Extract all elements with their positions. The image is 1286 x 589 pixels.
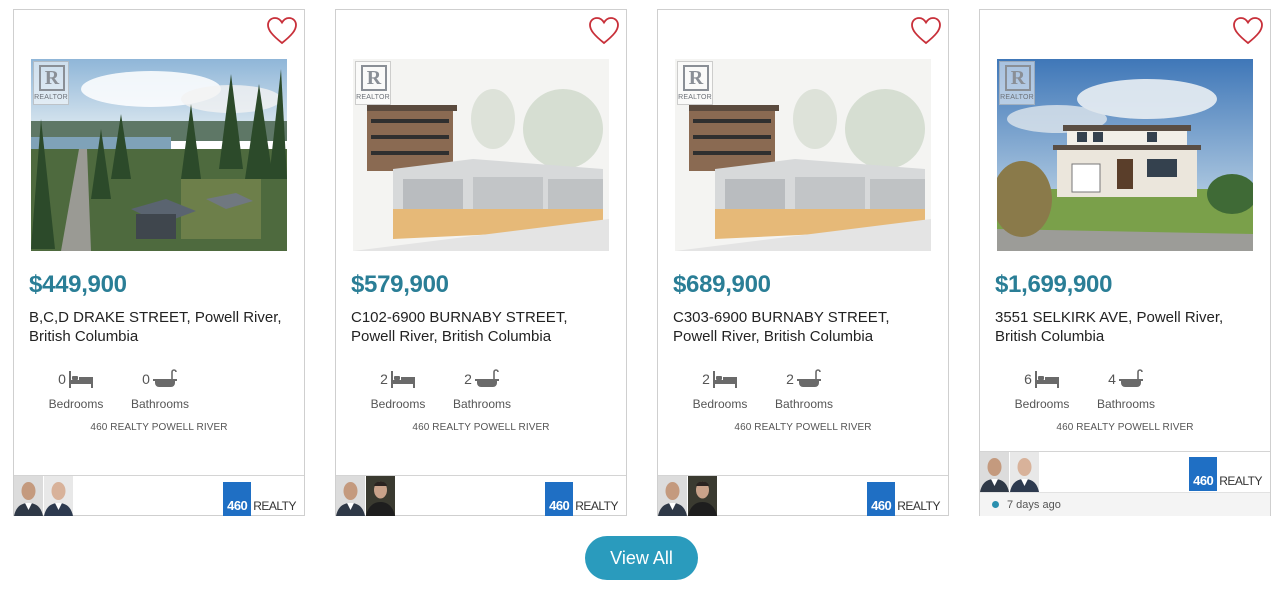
bathtub-icon [474,369,500,389]
listing-price[interactable]: $1,699,900 [995,271,1112,299]
agent-avatar[interactable] [688,476,717,516]
brokerage-name: 460 REALTY POWELL RIVER [90,422,228,433]
bedrooms-stat: 2 Bedrooms [675,367,765,411]
listing-address[interactable]: B,C,D DRAKE STREET, Powell River, Britis… [29,308,289,346]
bedrooms-count: 6 [1024,371,1032,387]
listing-photo[interactable]: R REALTOR [353,59,609,251]
realtor-logo: R REALTOR [999,61,1035,105]
bedrooms-stat: 6 Bedrooms [997,367,1087,411]
listing-photo[interactable]: R REALTOR [675,59,931,251]
bedrooms-stat: 2 Bedrooms [353,367,443,411]
brokerage-name: 460 REALTY POWELL RIVER [734,422,872,433]
view-all-button[interactable]: View All [585,536,698,580]
listed-ago-text: 7 days ago [1007,498,1061,511]
listing-price[interactable]: $449,900 [29,271,127,299]
agent-avatar[interactable] [336,476,365,516]
bed-icon [390,369,416,389]
listing-address[interactable]: 3551 SELKIRK AVE, Powell River, British … [995,308,1255,346]
listing-address[interactable]: C303-6900 BURNABY STREET, Powell River, … [673,308,933,346]
brokerage-name: 460 REALTY POWELL RIVER [412,422,550,433]
bathtub-icon [1118,369,1144,389]
listing-card[interactable]: R REALTOR $1,699,900 3551 SELKIRK AVE, P… [979,9,1271,516]
card-footer: 460 REALTY [14,475,304,516]
bedrooms-label: Bedrooms [370,397,426,411]
listing-photo[interactable]: R REALTOR [997,59,1253,251]
bathtub-icon [796,369,822,389]
listing-price[interactable]: $579,900 [351,271,449,299]
card-footer: 460 REALTY [980,451,1270,492]
listing-card[interactable]: R REALTOR $689,900 C303-6900 BURNABY STR… [657,9,949,516]
agent-avatar[interactable] [1010,452,1039,492]
bathrooms-count: 2 [786,371,794,387]
bathtub-icon [152,369,178,389]
bathrooms-stat: 0 Bathrooms [115,367,205,411]
realty-460-logo[interactable]: 460 REALTY [223,482,296,516]
agent-avatar[interactable] [44,476,73,516]
favorite-heart-icon[interactable] [588,16,620,46]
bathrooms-count: 4 [1108,371,1116,387]
bedrooms-count: 0 [58,371,66,387]
listing-photo[interactable]: R REALTOR [31,59,287,251]
agent-photos [336,476,396,516]
favorite-heart-icon[interactable] [910,16,942,46]
agent-photos [980,452,1040,492]
favorite-heart-icon[interactable] [266,16,298,46]
bathrooms-stat: 2 Bathrooms [437,367,527,411]
realtor-logo: R REALTOR [677,61,713,105]
agent-avatar[interactable] [658,476,687,516]
listing-card[interactable]: R REALTOR $579,900 C102-6900 BURNABY STR… [335,9,627,516]
realtor-logo: R REALTOR [33,61,69,105]
bedrooms-label: Bedrooms [692,397,748,411]
card-footer: 460 REALTY [658,475,948,516]
realty-460-logo[interactable]: 460 REALTY [867,482,940,516]
listing-address[interactable]: C102-6900 BURNABY STREET, Powell River, … [351,308,611,346]
realty-460-logo[interactable]: 460 REALTY [545,482,618,516]
agent-photos [658,476,718,516]
bathrooms-count: 2 [464,371,472,387]
bedrooms-count: 2 [380,371,388,387]
listing-price[interactable]: $689,900 [673,271,771,299]
bathrooms-count: 0 [142,371,150,387]
agent-avatar[interactable] [980,452,1009,492]
brokerage-name: 460 REALTY POWELL RIVER [1056,422,1194,433]
realtor-logo: R REALTOR [355,61,391,105]
bedrooms-stat: 0 Bedrooms [31,367,121,411]
new-listing-dot-icon [992,501,999,508]
bed-icon [1034,369,1060,389]
bed-icon [68,369,94,389]
bathrooms-label: Bathrooms [452,397,512,411]
favorite-heart-icon[interactable] [1232,16,1264,46]
bedrooms-count: 2 [702,371,710,387]
bathrooms-stat: 2 Bathrooms [759,367,849,411]
bathrooms-label: Bathrooms [1096,397,1156,411]
bed-icon [712,369,738,389]
realty-460-logo[interactable]: 460 REALTY [1189,457,1262,491]
bathrooms-label: Bathrooms [774,397,834,411]
listing-recency: 7 days ago [980,492,1270,516]
card-footer: 460 REALTY [336,475,626,516]
bathrooms-label: Bathrooms [130,397,190,411]
bedrooms-label: Bedrooms [1014,397,1070,411]
bedrooms-label: Bedrooms [48,397,104,411]
listing-card[interactable]: R REALTOR $449,900 B,C,D DRAKE STREET, P… [13,9,305,516]
agent-avatar[interactable] [14,476,43,516]
agent-photos [14,476,74,516]
agent-avatar[interactable] [366,476,395,516]
bathrooms-stat: 4 Bathrooms [1081,367,1171,411]
